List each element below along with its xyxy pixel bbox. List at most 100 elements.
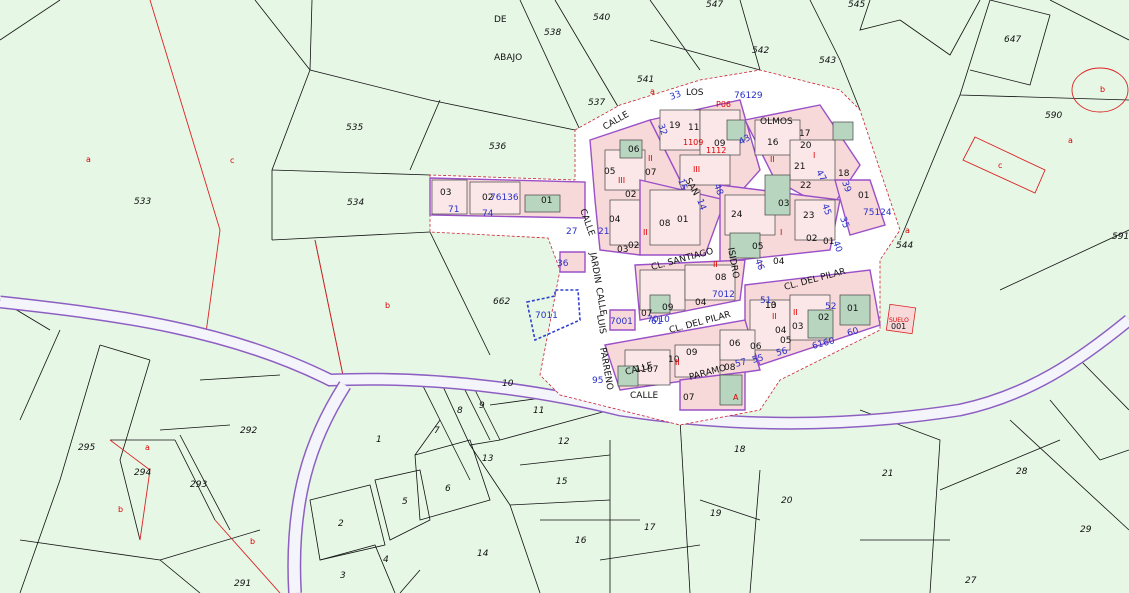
cadastral-map[interactable]: 540 547 545 647 538 542 543 541 537 590 …: [0, 0, 1129, 593]
svg-text:1: 1: [376, 435, 382, 445]
svg-text:537: 537: [588, 98, 605, 108]
svg-text:06: 06: [750, 342, 762, 352]
svg-text:01: 01: [858, 191, 869, 201]
svg-text:06: 06: [628, 145, 640, 155]
svg-text:A: A: [733, 393, 739, 402]
svg-text:18: 18: [734, 445, 746, 455]
svg-text:19: 19: [710, 509, 722, 519]
svg-text:536: 536: [489, 142, 506, 152]
svg-text:14: 14: [477, 549, 489, 559]
svg-text:03: 03: [792, 322, 803, 332]
svg-text:07: 07: [647, 365, 658, 375]
svg-text:04: 04: [773, 257, 785, 267]
svg-text:294: 294: [134, 468, 151, 478]
svg-text:535: 535: [346, 123, 363, 133]
svg-text:b: b: [250, 537, 255, 546]
svg-text:II: II: [793, 308, 798, 317]
svg-text:1112: 1112: [706, 146, 726, 155]
svg-text:71: 71: [448, 205, 459, 215]
svg-text:7: 7: [434, 426, 440, 436]
svg-text:I: I: [780, 228, 782, 237]
svg-text:12: 12: [558, 437, 570, 447]
svg-text:III: III: [618, 176, 625, 185]
svg-text:95: 95: [592, 376, 603, 386]
svg-text:540: 540: [593, 13, 610, 23]
svg-text:I: I: [813, 151, 815, 160]
svg-text:22: 22: [800, 181, 811, 191]
svg-text:19: 19: [669, 121, 681, 131]
svg-text:III: III: [693, 165, 700, 174]
svg-text:P06: P06: [716, 100, 731, 109]
svg-text:17: 17: [799, 129, 810, 139]
svg-text:c: c: [998, 161, 1002, 170]
svg-text:20: 20: [781, 496, 793, 506]
svg-text:545: 545: [848, 0, 865, 10]
svg-text:21: 21: [882, 469, 893, 479]
svg-text:a: a: [86, 155, 91, 164]
svg-text:06: 06: [729, 339, 741, 349]
svg-text:76129: 76129: [734, 91, 763, 101]
svg-text:75124: 75124: [863, 208, 892, 218]
svg-text:533: 533: [134, 197, 151, 207]
svg-text:11: 11: [635, 365, 646, 375]
svg-text:20: 20: [800, 141, 812, 151]
svg-text:II: II: [648, 154, 653, 163]
svg-text:7011: 7011: [535, 311, 558, 321]
svg-text:534: 534: [347, 198, 364, 208]
svg-text:7012: 7012: [712, 290, 735, 300]
svg-text:5: 5: [402, 497, 408, 507]
svg-text:II: II: [713, 260, 718, 269]
svg-text:6: 6: [445, 484, 451, 494]
svg-text:01: 01: [847, 304, 858, 314]
svg-text:07: 07: [683, 393, 694, 403]
svg-text:1109: 1109: [683, 138, 703, 147]
svg-text:01: 01: [677, 215, 688, 225]
svg-text:CALLE: CALLE: [630, 391, 658, 401]
svg-text:15: 15: [556, 477, 568, 487]
svg-text:001: 001: [891, 322, 906, 331]
svg-text:16: 16: [575, 536, 587, 546]
svg-text:27: 27: [566, 227, 577, 237]
svg-text:02: 02: [625, 190, 636, 200]
svg-text:08: 08: [715, 273, 727, 283]
svg-text:03: 03: [778, 199, 789, 209]
svg-text:II: II: [772, 312, 777, 321]
svg-text:8: 8: [457, 406, 463, 416]
svg-text:II: II: [770, 155, 775, 164]
svg-text:DE: DE: [494, 15, 507, 25]
svg-text:74: 74: [482, 209, 494, 219]
svg-text:291: 291: [234, 579, 251, 589]
svg-text:I: I: [760, 261, 762, 270]
svg-text:538: 538: [544, 28, 561, 38]
svg-text:11: 11: [688, 123, 699, 133]
svg-text:08: 08: [724, 363, 736, 373]
svg-text:b: b: [1100, 85, 1105, 94]
svg-text:09: 09: [662, 303, 674, 313]
svg-text:4: 4: [383, 555, 389, 565]
svg-text:b: b: [385, 301, 390, 310]
svg-text:04: 04: [609, 215, 621, 225]
svg-text:293: 293: [190, 480, 207, 490]
svg-text:9: 9: [479, 401, 485, 411]
svg-text:295: 295: [78, 443, 95, 453]
svg-text:292: 292: [240, 426, 257, 436]
svg-text:21: 21: [598, 227, 609, 237]
svg-text:3: 3: [340, 571, 346, 581]
svg-text:27: 27: [965, 576, 977, 586]
svg-text:36: 36: [557, 259, 569, 269]
svg-text:a: a: [145, 443, 150, 452]
svg-text:II: II: [675, 358, 680, 367]
svg-text:647: 647: [1004, 35, 1021, 45]
svg-text:17: 17: [644, 523, 656, 533]
svg-text:590: 590: [1045, 111, 1062, 121]
svg-text:13: 13: [482, 454, 494, 464]
svg-text:04: 04: [695, 298, 707, 308]
svg-text:7001: 7001: [610, 317, 633, 327]
svg-text:02: 02: [818, 313, 829, 323]
svg-text:16: 16: [767, 138, 779, 148]
svg-text:OLMOS: OLMOS: [760, 117, 793, 127]
svg-text:c: c: [230, 156, 234, 165]
svg-text:07: 07: [645, 168, 656, 178]
svg-text:03: 03: [440, 188, 451, 198]
svg-text:ABAJO: ABAJO: [494, 53, 522, 63]
